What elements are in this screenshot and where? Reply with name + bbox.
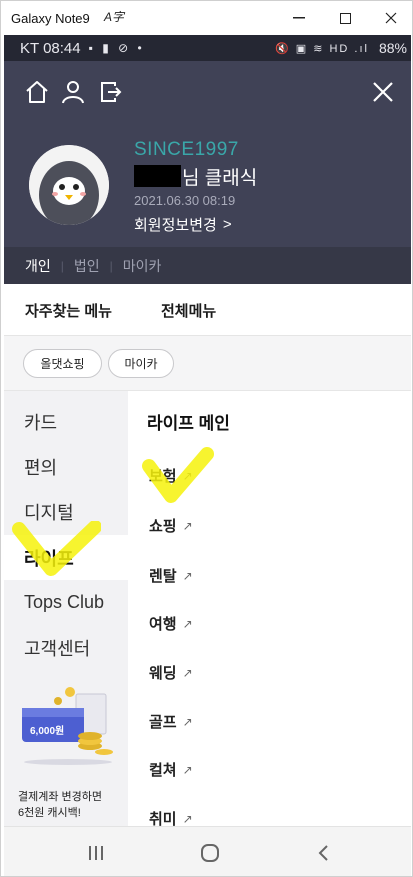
close-icon[interactable] <box>370 79 396 105</box>
category-digital[interactable]: 디지털 <box>4 489 128 534</box>
submenu-pane: 라이프 메인 보험 ↗ 쇼핑 ↗ 렌탈 ↗ 여행 ↗ 웨딩 ↗ 골프 ↗ 컬쳐 … <box>128 391 411 828</box>
tab-all-menu[interactable]: 전체메뉴 <box>146 300 235 338</box>
menu-item-label: 컬쳐 <box>149 762 177 779</box>
minimize-button[interactable] <box>276 1 322 35</box>
notification-icons: ▪ ▮ ⊘ • <box>88 41 145 55</box>
status-bar: KT 08:44 ▪ ▮ ⊘ • 🔇 ▣ ≋ HD .ıl 88% <box>4 35 411 61</box>
user-icon[interactable] <box>60 79 86 105</box>
tab-personal[interactable]: 개인 <box>25 256 51 276</box>
external-link-icon: ↗ <box>182 714 193 729</box>
category-convenience[interactable]: 편의 <box>4 444 128 489</box>
life-main-title[interactable]: 라이프 메인 <box>147 409 230 434</box>
edit-member-info-link[interactable]: 회원정보변경 > <box>134 214 232 235</box>
system-status-icons: 🔇 ▣ ≋ HD .ıl <box>275 42 369 55</box>
promo-line-2: 6천원 캐시백! <box>18 807 81 819</box>
close-window-icon <box>385 12 397 24</box>
category-customer-center[interactable]: 고객센터 <box>4 625 128 670</box>
menu-item-travel[interactable]: 여행 ↗ <box>149 613 193 634</box>
menu-item-label: 골프 <box>149 714 177 731</box>
avatar <box>29 145 109 225</box>
chip-mycar[interactable]: 마이카 <box>108 349 174 378</box>
tab-divider: | <box>60 258 64 273</box>
external-link-icon: ↗ <box>182 468 193 483</box>
external-link-icon: ↗ <box>182 811 193 826</box>
joined-datetime: 2021.06.30 08:19 <box>134 193 236 208</box>
redacted-name <box>134 165 181 187</box>
home-icon[interactable] <box>24 79 50 105</box>
external-link-icon: ↗ <box>182 616 193 631</box>
chevron-right-icon: > <box>222 216 232 233</box>
translate-icon[interactable]: A字 <box>104 8 124 25</box>
menu-item-golf[interactable]: 골프 ↗ <box>149 711 193 732</box>
battery-level: 88% <box>378 40 407 56</box>
menu-item-label: 쇼핑 <box>149 518 177 535</box>
external-link-icon: ↗ <box>182 665 193 680</box>
quick-chip-row: 올댓쇼핑 마이카 <box>4 336 411 391</box>
category-sidebar: 카드 편의 디지털 라이프 Tops Club 고객센터 6,000원 결제계좌… <box>4 391 128 826</box>
menu-item-wedding[interactable]: 웨딩 ↗ <box>149 662 193 683</box>
recent-apps-icon[interactable] <box>83 841 109 865</box>
menu-item-label: 웨딩 <box>149 665 177 682</box>
menu-item-label: 보험 <box>149 468 177 485</box>
external-link-icon: ↗ <box>182 762 193 777</box>
menu-mode-tabs: 자주찾는 메뉴 전체메뉴 <box>4 284 411 338</box>
promo-caption[interactable]: 결제계좌 변경하면 6천원 캐시백! <box>18 789 102 821</box>
external-link-icon: ↗ <box>182 568 193 583</box>
promo-badge-text: 6,000원 <box>30 724 64 737</box>
edit-member-info-label: 회원정보변경 <box>134 217 217 234</box>
member-type-tabs: 개인 | 법인 | 마이카 <box>4 247 411 284</box>
close-window-button[interactable] <box>368 1 412 35</box>
menu-item-culture[interactable]: 컬쳐 ↗ <box>149 759 193 780</box>
category-card[interactable]: 카드 <box>4 399 128 444</box>
menu-item-insurance[interactable]: 보험 ↗ <box>149 465 193 486</box>
android-nav-bar <box>4 826 411 876</box>
logout-icon[interactable] <box>97 79 123 105</box>
menu-item-label: 여행 <box>149 616 177 633</box>
menu-item-shopping[interactable]: 쇼핑 ↗ <box>149 515 193 536</box>
tab-favorite-menu[interactable]: 자주찾는 메뉴 <box>25 300 112 321</box>
maximize-button[interactable] <box>322 1 368 35</box>
cashback-promo-banner[interactable]: 6,000원 <box>18 686 118 766</box>
emulator-window: Galaxy Note9 A字 KT 08:44 ▪ ▮ ⊘ • 🔇 ▣ ≋ H… <box>0 0 413 877</box>
external-link-icon: ↗ <box>182 518 193 533</box>
member-since: SINCE1997 <box>134 139 239 160</box>
window-title: Galaxy Note9 <box>11 10 90 26</box>
member-grade: 님 클래식 <box>182 167 258 189</box>
status-time: KT 08:44 <box>20 39 81 57</box>
penguin-avatar-icon <box>29 145 109 225</box>
category-tops-club[interactable]: Tops Club <box>4 580 128 625</box>
tab-corporate[interactable]: 법인 <box>74 256 100 276</box>
tab-divider: | <box>109 258 113 273</box>
minimize-icon <box>293 17 305 19</box>
promo-line-1: 결제계좌 변경하면 <box>18 791 103 803</box>
home-circle-icon[interactable] <box>197 841 223 865</box>
member-name-row: 님 클래식 <box>134 163 257 189</box>
menu-item-rental[interactable]: 렌탈 ↗ <box>149 565 193 586</box>
maximize-icon <box>339 12 351 24</box>
tab-mycar[interactable]: 마이카 <box>123 256 162 276</box>
category-life[interactable]: 라이프 <box>4 535 128 580</box>
menu-item-label: 렌탈 <box>149 568 177 585</box>
window-titlebar: Galaxy Note9 A字 <box>1 1 412 35</box>
back-chevron-icon[interactable] <box>311 841 337 865</box>
chip-allthat-shopping[interactable]: 올댓쇼핑 <box>23 349 102 378</box>
